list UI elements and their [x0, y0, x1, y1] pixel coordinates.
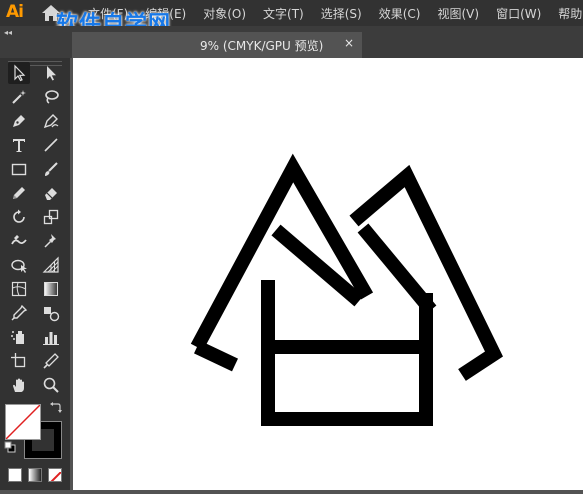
type-tool[interactable] [8, 134, 30, 156]
direct-selection-tool[interactable] [40, 62, 62, 84]
color-mode-row [6, 468, 66, 482]
zoom-tool[interactable] [40, 374, 62, 396]
menu-help[interactable]: 帮助(H) [558, 5, 583, 22]
puppet-warp-tool[interactable] [40, 230, 62, 252]
line-segment-tool[interactable] [40, 134, 62, 156]
warp-tool[interactable] [8, 230, 30, 252]
selection-tool[interactable] [8, 62, 30, 84]
none-slash-icon [6, 405, 40, 439]
mesh-tool[interactable] [8, 278, 30, 300]
hand-tool[interactable] [8, 374, 30, 396]
menu-window[interactable]: 窗口(W) [496, 5, 541, 22]
app-logo: Ai [6, 2, 24, 22]
menu-type[interactable]: 文字(T) [263, 5, 304, 22]
fill-swatch[interactable] [5, 404, 41, 440]
rotate-tool[interactable] [8, 206, 30, 228]
shaper-tool[interactable] [8, 182, 30, 204]
artboard-tool[interactable] [8, 350, 30, 372]
symbol-sprayer-icon [11, 331, 24, 344]
document-tab-label: 9% (CMYK/GPU 预览) [200, 39, 324, 53]
menu-view[interactable]: 视图(V) [437, 5, 479, 22]
perspective-grid-tool[interactable] [40, 254, 62, 276]
pen-tool[interactable] [8, 110, 30, 132]
hand-icon [13, 378, 24, 392]
paintbrush-icon [45, 162, 58, 176]
warp-icon [11, 235, 27, 245]
slice-tool[interactable] [40, 350, 62, 372]
default-colors-icon[interactable] [4, 441, 16, 453]
gradient-icon [44, 282, 58, 296]
tools-panel [0, 58, 70, 490]
artwork[interactable] [73, 58, 583, 490]
eyedropper-icon [11, 304, 28, 321]
rectangle-icon [11, 163, 27, 176]
tab-close-icon[interactable]: × [344, 36, 354, 50]
magic-wand-tool[interactable] [8, 86, 30, 108]
column-graph-tool[interactable] [40, 326, 62, 348]
shape-builder-icon [11, 259, 27, 273]
none-slash-icon [50, 471, 61, 481]
paintbrush-tool[interactable] [40, 158, 62, 180]
swap-fill-stroke-icon[interactable] [50, 401, 62, 415]
blend-tool[interactable] [40, 302, 62, 324]
document-tab-strip: ◂◂ 9% (CMYK/GPU 预览) × [0, 26, 583, 58]
eyedropper-tool[interactable] [8, 302, 30, 324]
pushpin-icon [44, 234, 56, 248]
artboard-icon [11, 353, 26, 368]
collapse-panels-icon[interactable]: ◂◂ [4, 28, 12, 37]
perspective-grid-icon [42, 256, 59, 273]
scale-icon [43, 209, 59, 225]
pen-icon [13, 115, 25, 127]
magnifier-icon [43, 377, 59, 393]
shape-builder-tool[interactable] [8, 254, 30, 276]
menu-bar: Ai 文件(F) 编辑(E) 对象(O) 文字(T) 选择(S) 效果(C) 视… [0, 0, 583, 46]
document-tab[interactable]: 9% (CMYK/GPU 预览) × [72, 32, 362, 58]
menu-select[interactable]: 选择(S) [321, 5, 362, 22]
menu-file[interactable]: 文件(F) [88, 5, 128, 22]
fill-stroke-controls [4, 401, 64, 463]
lasso-icon [45, 90, 59, 104]
gradient-tool[interactable] [40, 278, 62, 300]
color-mode-button[interactable] [8, 468, 22, 482]
lasso-tool[interactable] [40, 86, 62, 108]
artboard-canvas[interactable] [73, 58, 583, 490]
type-icon [13, 139, 25, 152]
menu-edit[interactable]: 编辑(E) [145, 5, 186, 22]
none-mode-button[interactable] [48, 468, 62, 482]
curvature-tool[interactable] [40, 110, 62, 132]
mesh-icon [11, 281, 27, 297]
shaper-pencil-icon [13, 187, 25, 199]
rotate-icon [13, 209, 25, 223]
gradient-mode-button[interactable] [28, 468, 42, 482]
home-icon[interactable] [40, 3, 62, 23]
menu-object[interactable]: 对象(O) [203, 5, 246, 22]
blend-icon [44, 307, 60, 322]
selection-arrow-icon [14, 64, 26, 82]
scale-tool[interactable] [40, 206, 62, 228]
menu-items: 文件(F) 编辑(E) 对象(O) 文字(T) 选择(S) 效果(C) 视图(V… [88, 5, 583, 22]
left-roof-foot[interactable] [194, 340, 238, 372]
symbol-sprayer-tool[interactable] [8, 326, 30, 348]
rectangle-tool[interactable] [8, 158, 30, 180]
direct-selection-arrow-icon [47, 66, 56, 81]
left-roof-shape[interactable] [190, 153, 374, 351]
line-segment-icon [44, 138, 58, 152]
eraser-icon [45, 188, 57, 200]
menu-effect[interactable]: 效果(C) [379, 5, 421, 22]
magic-wand-icon [12, 90, 26, 104]
slice-knife-icon [43, 353, 59, 369]
eraser-tool[interactable] [40, 182, 62, 204]
curvature-pen-icon [43, 114, 59, 129]
column-graph-icon [43, 332, 59, 345]
